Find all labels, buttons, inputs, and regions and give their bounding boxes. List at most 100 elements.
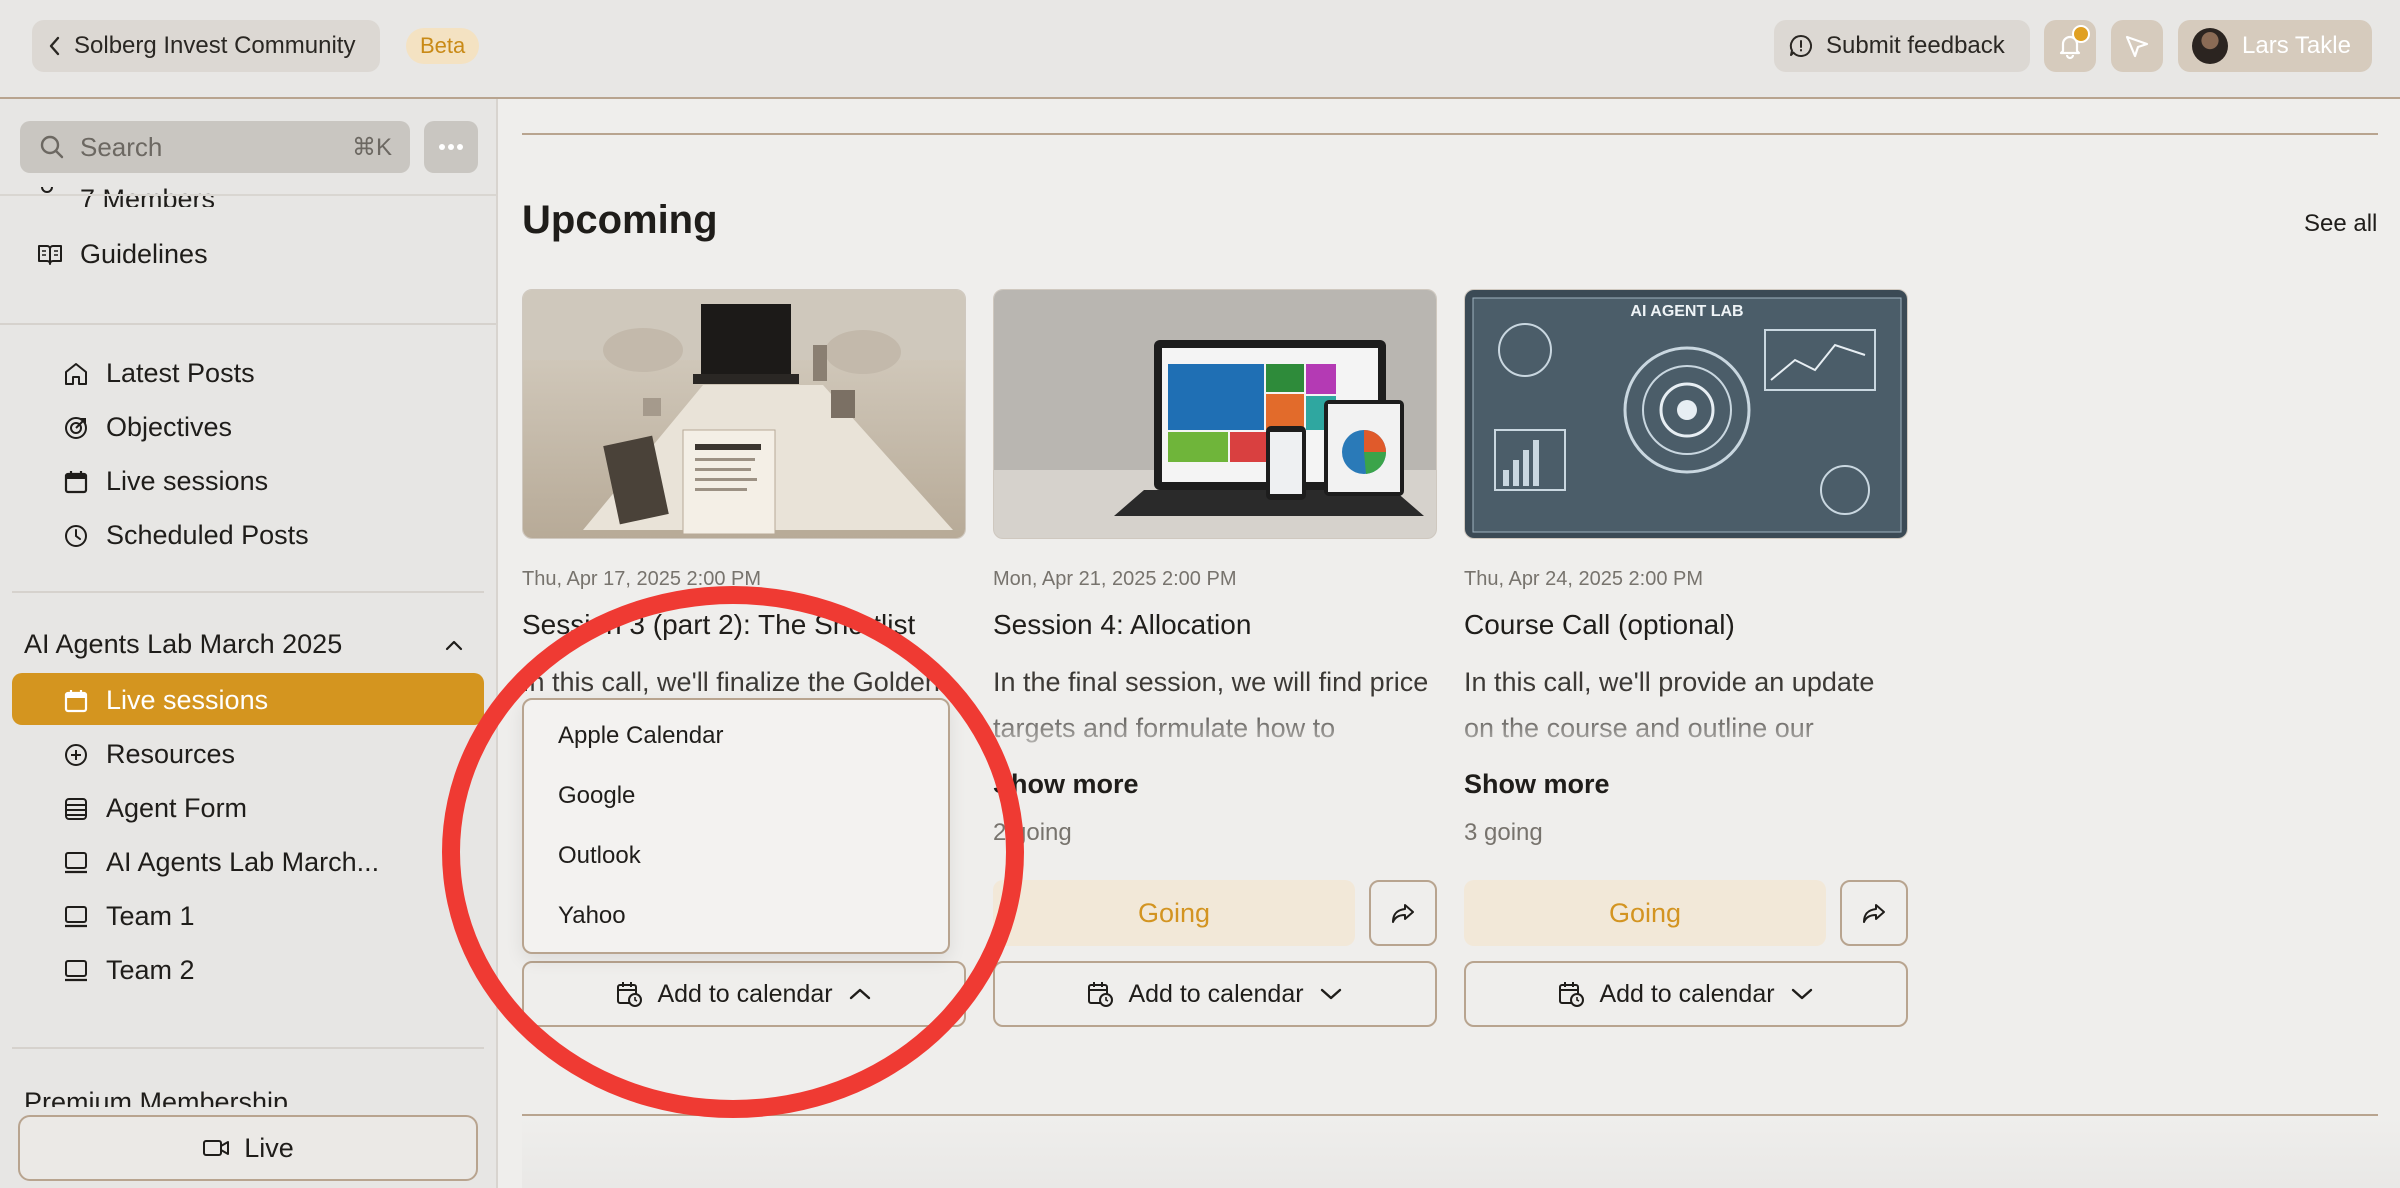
description-fade [993, 705, 1437, 751]
share-arrow-icon [1860, 899, 1888, 927]
more-options-button[interactable] [424, 121, 478, 173]
group-header[interactable]: AI Agents Lab March 2025 [24, 629, 464, 660]
monitor-icon [62, 849, 90, 877]
sidebar-divider [12, 591, 484, 593]
calendar-option-apple[interactable]: Apple Calendar [558, 722, 723, 750]
sidebar-item-label: Scheduled Posts [106, 520, 309, 550]
section-title: Upcoming [522, 198, 718, 242]
search-shortcut: ⌘K [351, 133, 392, 161]
event-date: Thu, Apr 24, 2025 2:00 PM [1464, 568, 1704, 590]
going-button[interactable]: Going [1464, 880, 1826, 946]
sidebar-item-label: Guidelines [80, 239, 208, 269]
calendar-icon [62, 687, 90, 715]
sidebar-item-guidelines[interactable]: Guidelines [36, 239, 208, 270]
event-thumbnail[interactable]: AI AGENT LAB [1464, 289, 1908, 539]
show-more-link[interactable]: Show more [993, 769, 1139, 800]
event-thumbnail[interactable] [993, 289, 1437, 539]
event-card: AI AGENT LAB Thu, Apr 24, 2025 2:00 PM C… [1464, 289, 1908, 1027]
chevron-left-icon [46, 35, 64, 57]
notifications-button[interactable] [2044, 20, 2096, 72]
sidebar-item-label: Objectives [106, 412, 233, 442]
sidebar-item-label: Team 2 [106, 955, 195, 985]
sidebar-item-group-live-sessions[interactable]: Live sessions [62, 685, 268, 716]
calendar-options-dropdown: Apple Calendar Google Outlook Yahoo [522, 698, 950, 954]
next-section-edge [522, 1116, 2400, 1188]
share-arrow-icon [1389, 899, 1417, 927]
avatar [2192, 28, 2228, 64]
share-button[interactable] [1369, 880, 1437, 946]
calendar-icon [62, 468, 90, 496]
submit-feedback-label: Submit feedback [1826, 32, 2005, 59]
submit-feedback-button[interactable]: Submit feedback [1774, 20, 2030, 72]
sidebar-item-label: AI Agents Lab March... [106, 847, 380, 877]
message-circle-icon [1788, 33, 1814, 59]
back-to-community-button[interactable]: Solberg Invest Community [32, 20, 380, 72]
users-icon [36, 187, 64, 207]
chevron-up-icon [444, 638, 464, 652]
show-more-link[interactable]: Show more [1464, 769, 1610, 800]
sidebar-item-ai-agents-lab[interactable]: AI Agents Lab March... [62, 847, 379, 878]
add-to-calendar-label: Add to calendar [1128, 979, 1304, 1008]
chevron-down-icon [1789, 986, 1815, 1002]
event-title[interactable]: Course Call (optional) [1464, 609, 1735, 641]
sidebar-item-label: 7 Members [80, 187, 216, 207]
add-to-calendar-button[interactable]: Add to calendar [993, 961, 1437, 1027]
event-card: Thu, Apr 17, 2025 2:00 PM Session 3 (par… [522, 289, 966, 1027]
search-input[interactable]: Search ⌘K [20, 121, 410, 173]
sidebar-item-label: Team 1 [106, 901, 195, 931]
book-icon [36, 241, 64, 269]
sidebar-item-objectives[interactable]: Objectives [62, 412, 232, 443]
sidebar-item-team-1[interactable]: Team 1 [62, 901, 195, 932]
calendar-clock-icon [1557, 980, 1585, 1008]
sidebar-item-resources[interactable]: Resources [62, 739, 235, 770]
sidebar-item-live-sessions[interactable]: Live sessions [62, 466, 268, 497]
ellipsis-icon [438, 143, 464, 151]
add-to-calendar-label: Add to calendar [657, 979, 833, 1008]
event-card: Mon, Apr 21, 2025 2:00 PM Session 4: All… [993, 289, 1437, 1027]
monitor-icon [62, 957, 90, 985]
add-to-calendar-button[interactable]: Add to calendar [522, 961, 966, 1027]
sidebar-item-label: Agent Form [106, 793, 248, 823]
calendar-clock-icon [615, 980, 643, 1008]
video-icon [202, 1137, 230, 1159]
sidebar-item-team-2[interactable]: Team 2 [62, 955, 195, 986]
sidebar-group-premium-cutoff[interactable]: Premium Membership [24, 1087, 288, 1107]
search-icon [38, 133, 66, 161]
notification-dot [2072, 25, 2090, 43]
event-thumbnail[interactable] [522, 289, 966, 539]
home-icon [62, 360, 90, 388]
sidebar-item-latest-posts[interactable]: Latest Posts [62, 358, 255, 389]
search-divider [0, 194, 496, 196]
sidebar-item-scheduled-posts[interactable]: Scheduled Posts [62, 520, 309, 551]
calendar-option-yahoo[interactable]: Yahoo [558, 902, 626, 930]
sidebar-item-label: Latest Posts [106, 358, 255, 388]
sidebar-item-agent-form[interactable]: Agent Form [62, 793, 247, 824]
chevron-down-icon [1318, 986, 1344, 1002]
sidebar: Search ⌘K 7 Members Guidelines Latest Po… [0, 99, 498, 1188]
share-button[interactable] [1840, 880, 1908, 946]
send-button[interactable] [2111, 20, 2163, 72]
add-to-calendar-button[interactable]: Add to calendar [1464, 961, 1908, 1027]
user-menu-button[interactable]: Lars Takle [2178, 20, 2372, 72]
going-button[interactable]: Going [993, 880, 1355, 946]
back-button-label: Solberg Invest Community [74, 32, 356, 59]
sidebar-divider [12, 1047, 484, 1049]
going-count: 3 going [1464, 819, 1543, 846]
see-all-link[interactable]: See all [2304, 210, 2377, 238]
live-button[interactable]: Live [18, 1115, 478, 1181]
calendar-option-outlook[interactable]: Outlook [558, 842, 641, 870]
sidebar-item-label: Resources [106, 739, 236, 769]
going-count: 2 going [993, 819, 1072, 846]
clock-icon [62, 522, 90, 550]
event-title[interactable]: Session 4: Allocation [993, 609, 1251, 641]
calendar-clock-icon [1086, 980, 1114, 1008]
sidebar-divider [0, 323, 496, 325]
monitor-icon [62, 903, 90, 931]
event-title[interactable]: Session 3 (part 2): The Shortlist [522, 609, 915, 641]
group-title: AI Agents Lab March 2025 [24, 629, 343, 659]
beta-badge: Beta [406, 28, 480, 64]
search-placeholder: Search [80, 131, 163, 162]
event-date: Thu, Apr 17, 2025 2:00 PM [522, 568, 762, 590]
calendar-option-google[interactable]: Google [558, 782, 635, 810]
sidebar-item-members[interactable]: 7 Members [36, 187, 215, 207]
